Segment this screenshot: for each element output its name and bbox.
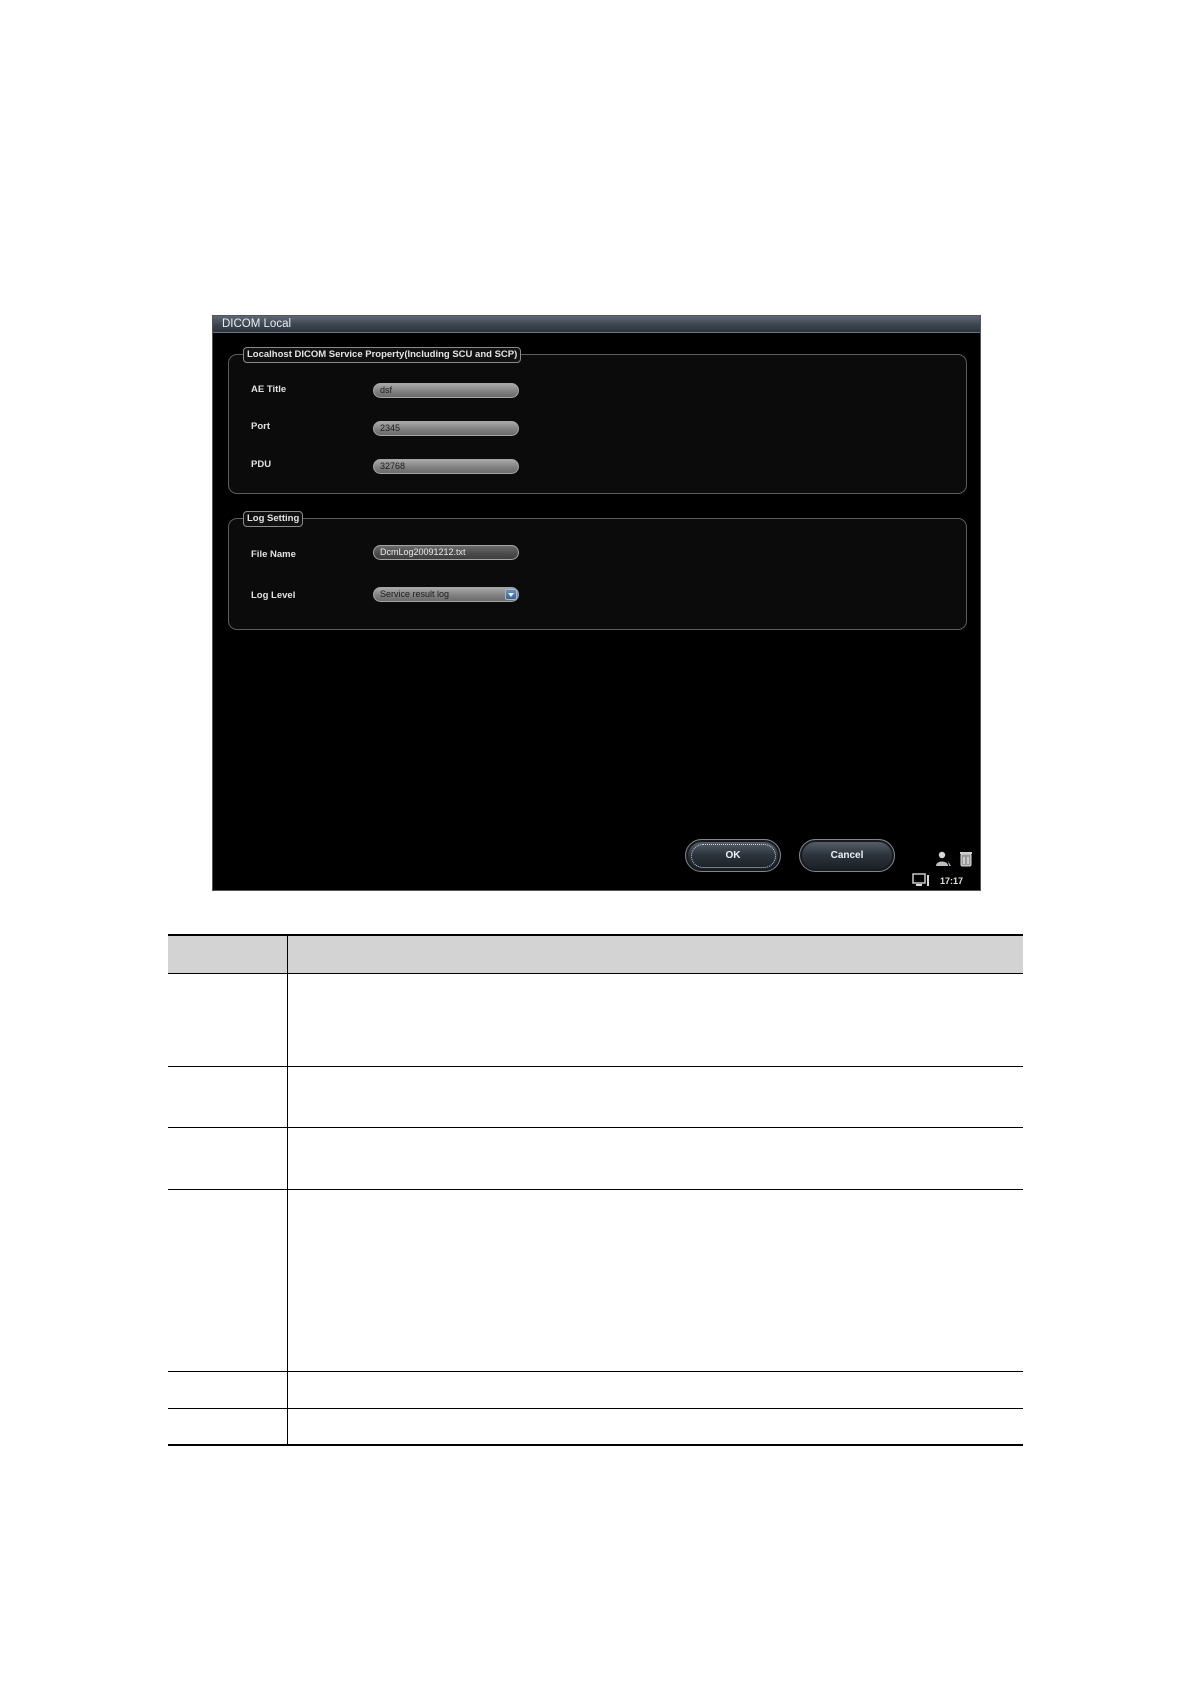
localhost-dicom-legend: Localhost DICOM Service Property(Includi… [243,347,522,363]
localhost-dicom-group: Localhost DICOM Service Property(Includi… [228,347,967,494]
ae-title-label: AE Title [251,384,287,395]
table-top-rule [168,934,1023,936]
file-name-label: File Name [251,549,296,560]
pdu-label: PDU [251,459,272,470]
monitor-icon[interactable] [912,873,930,887]
doc-table [168,934,1023,1448]
user-icon[interactable] [935,850,953,868]
file-name-input[interactable]: DcmLog20091212.txt [373,545,519,560]
log-level-label: Log Level [251,590,296,601]
ok-button[interactable]: OK [685,839,781,872]
clock-time: 17:17 [940,876,964,886]
port-label: Port [251,421,270,432]
table-header-rule [168,973,1023,974]
table-header-row [168,936,1023,973]
table-column-divider [287,936,288,1444]
table-row-rule [168,1127,1023,1128]
log-level-value: Service result log [380,589,450,599]
window-title: DICOM Local [213,316,980,333]
log-setting-group: Log Setting File Name DcmLog20091212.txt… [228,511,967,630]
port-input[interactable]: 2345 [373,421,519,436]
table-row-rule [168,1371,1023,1372]
cancel-button-label: Cancel [830,850,864,861]
ae-title-input[interactable]: dsf [373,383,519,398]
table-bottom-rule [168,1444,1023,1446]
chevron-down-icon[interactable] [505,589,517,600]
log-level-select[interactable]: Service result log [373,587,519,602]
dicom-local-window: DICOM Local Localhost DICOM Service Prop… [212,315,981,891]
table-row-rule [168,1408,1023,1409]
pdu-input[interactable]: 32768 [373,459,519,474]
log-setting-legend: Log Setting [243,511,304,527]
ok-button-label: OK [690,844,776,868]
cancel-button[interactable]: Cancel [799,839,895,872]
table-row-rule [168,1066,1023,1067]
trash-icon[interactable] [959,851,973,867]
table-row-rule [168,1189,1023,1190]
